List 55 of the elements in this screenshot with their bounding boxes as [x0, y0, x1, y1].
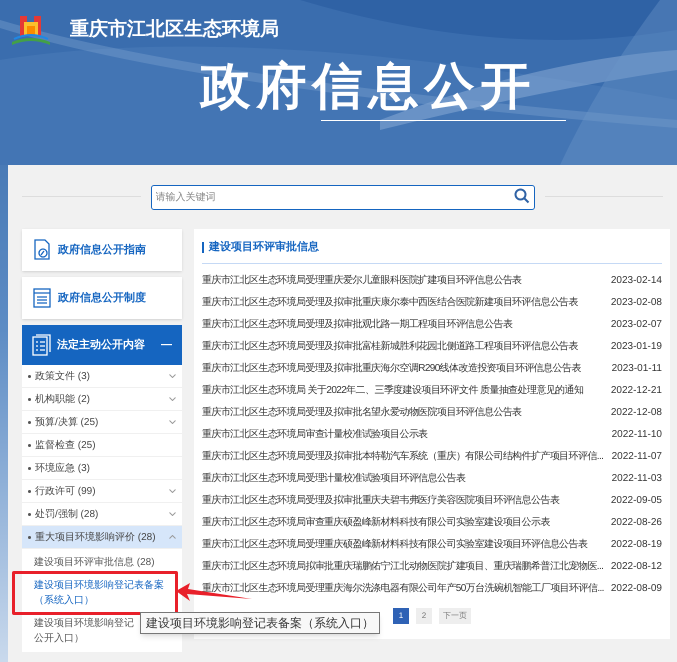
page-title: 政府信息公开 — [200, 57, 536, 116]
tooltip: 建设项目环境影响登记表备案（系统入口） — [140, 612, 380, 634]
article-link[interactable]: 重庆市江北区生态环境局受理重庆硕盈峰新材料科技有限公司实验室建设项目环评信息公告表 — [202, 538, 588, 550]
article-date: 2022-08-26 — [610, 516, 662, 530]
page-button[interactable]: 2 — [416, 608, 432, 624]
sidebar-item[interactable]: 预算/决算 (25) — [22, 411, 182, 434]
article-date: 2023-01-11 — [612, 362, 662, 376]
article-date: 2022-11-10 — [612, 428, 662, 442]
search-field[interactable]: 请输入关键词 — [150, 185, 534, 210]
article-date: 2022-12-08 — [610, 406, 662, 420]
sidebar-item[interactable]: 机构职能 (2) — [22, 388, 182, 411]
article-link[interactable]: 重庆市江北区生态环境局受理重庆爱尔儿童眼科医院扩建项目环评信息公告表 — [202, 274, 522, 286]
article-date: 2022-08-12 — [610, 560, 662, 574]
sidebar-item[interactable]: 监督检查 (25) — [22, 434, 182, 457]
article-date: 2022-09-05 — [610, 494, 662, 508]
list-document-icon — [32, 287, 52, 309]
section-header[interactable]: 法定主动公开内容 — [22, 325, 182, 365]
panel-title: 建设项目环评审批信息 — [209, 240, 319, 255]
article-link[interactable]: 重庆市江北区生态环境局受理及拟审批重庆康尔泰中西医结合医院新建项目环评信息公告表 — [202, 296, 578, 308]
article-link[interactable]: 重庆市江北区生态环境局受理及拟审批本特勒汽车系统（重庆）有限公司结构件扩产项目环评信... — [202, 450, 604, 462]
article-link[interactable]: 重庆市江北区生态环境局受理计量校准试验项目环评信息公告表 — [202, 472, 466, 484]
sidebar-item[interactable]: 环境应急 (3) — [22, 457, 182, 480]
article-link[interactable]: 重庆市江北区生态环境局 关于2022年二、三季度建设项目环评文件 质量抽查处理意见的通知 — [202, 384, 584, 396]
sidebar-item[interactable]: 行政许可 (99) — [22, 480, 182, 503]
page-button[interactable]: 1 — [393, 608, 409, 624]
sidebar-card[interactable]: 政府信息公开指南 — [22, 229, 182, 271]
article-date: 2022-11-03 — [612, 472, 662, 486]
sidebar-item[interactable]: 重大项目环境影响评价 (28) — [22, 526, 182, 549]
search-icon[interactable] — [514, 188, 530, 204]
agency-name: 重庆市江北区生态环境局 — [70, 18, 279, 42]
article-date: 2023-01-19 — [610, 340, 662, 354]
sidebar-item[interactable]: 政策文件 (3) — [22, 365, 182, 388]
article-date: 2022-08-19 — [610, 538, 662, 552]
sidebar-card[interactable]: 政府信息公开制度 — [22, 277, 182, 319]
article-link[interactable]: 重庆市江北区生态环境局受理及拟审批重庆海尔空调R290线体改造投资项目环评信息公告表 — [202, 362, 581, 374]
compass-document-icon — [32, 239, 52, 261]
article-date: 2022-12-21 — [610, 384, 662, 398]
sidebar-subitem[interactable]: 建设项目环境影响登记表备案（系统入口） — [34, 578, 170, 608]
article-link[interactable]: 重庆市江北区生态环境局受理及拟审批重庆夫碧韦弗医疗美容医院项目环评信息公告表 — [202, 494, 560, 506]
list-document-icon — [32, 334, 51, 356]
sidebar-subitem[interactable]: 建设项目环评审批信息 (28) — [34, 555, 170, 570]
article-link[interactable]: 重庆市江北区生态环境局拟审批重庆瑞鹏佑宁江北动物医院扩建项目、重庆瑞鹏希普江北宠物医... — [202, 560, 604, 572]
emblem-icon — [10, 14, 52, 46]
article-link[interactable]: 重庆市江北区生态环境局受理及拟审批富桂新城胜利花园北侧道路工程项目环评信息公告表 — [202, 340, 578, 352]
article-link[interactable]: 重庆市江北区生态环境局审查计量校准试验项目公示表 — [202, 428, 428, 440]
article-link[interactable]: 重庆市江北区生态环境局受理及拟审批观北路一期工程项目环评信息公告表 — [202, 318, 512, 330]
article-link[interactable]: 重庆市江北区生态环境局审查重庆硕盈峰新材料科技有限公司实验室建设项目公示表 — [202, 516, 550, 528]
article-date: 2022-08-09 — [610, 582, 662, 596]
article-date: 2023-02-07 — [610, 318, 662, 332]
article-link[interactable]: 重庆市江北区生态环境局受理重庆海尔洗涤电器有限公司年产50万台洗碗机智能工厂项目环评信... — [202, 582, 604, 594]
article-date: 2022-11-07 — [612, 450, 662, 464]
article-date: 2023-02-14 — [610, 274, 662, 288]
article-date: 2023-02-08 — [610, 296, 662, 310]
page-button[interactable]: 下一页 — [439, 608, 471, 624]
article-link[interactable]: 重庆市江北区生态环境局受理及拟审批名望永爱动物医院项目环评信息公告表 — [202, 406, 522, 418]
